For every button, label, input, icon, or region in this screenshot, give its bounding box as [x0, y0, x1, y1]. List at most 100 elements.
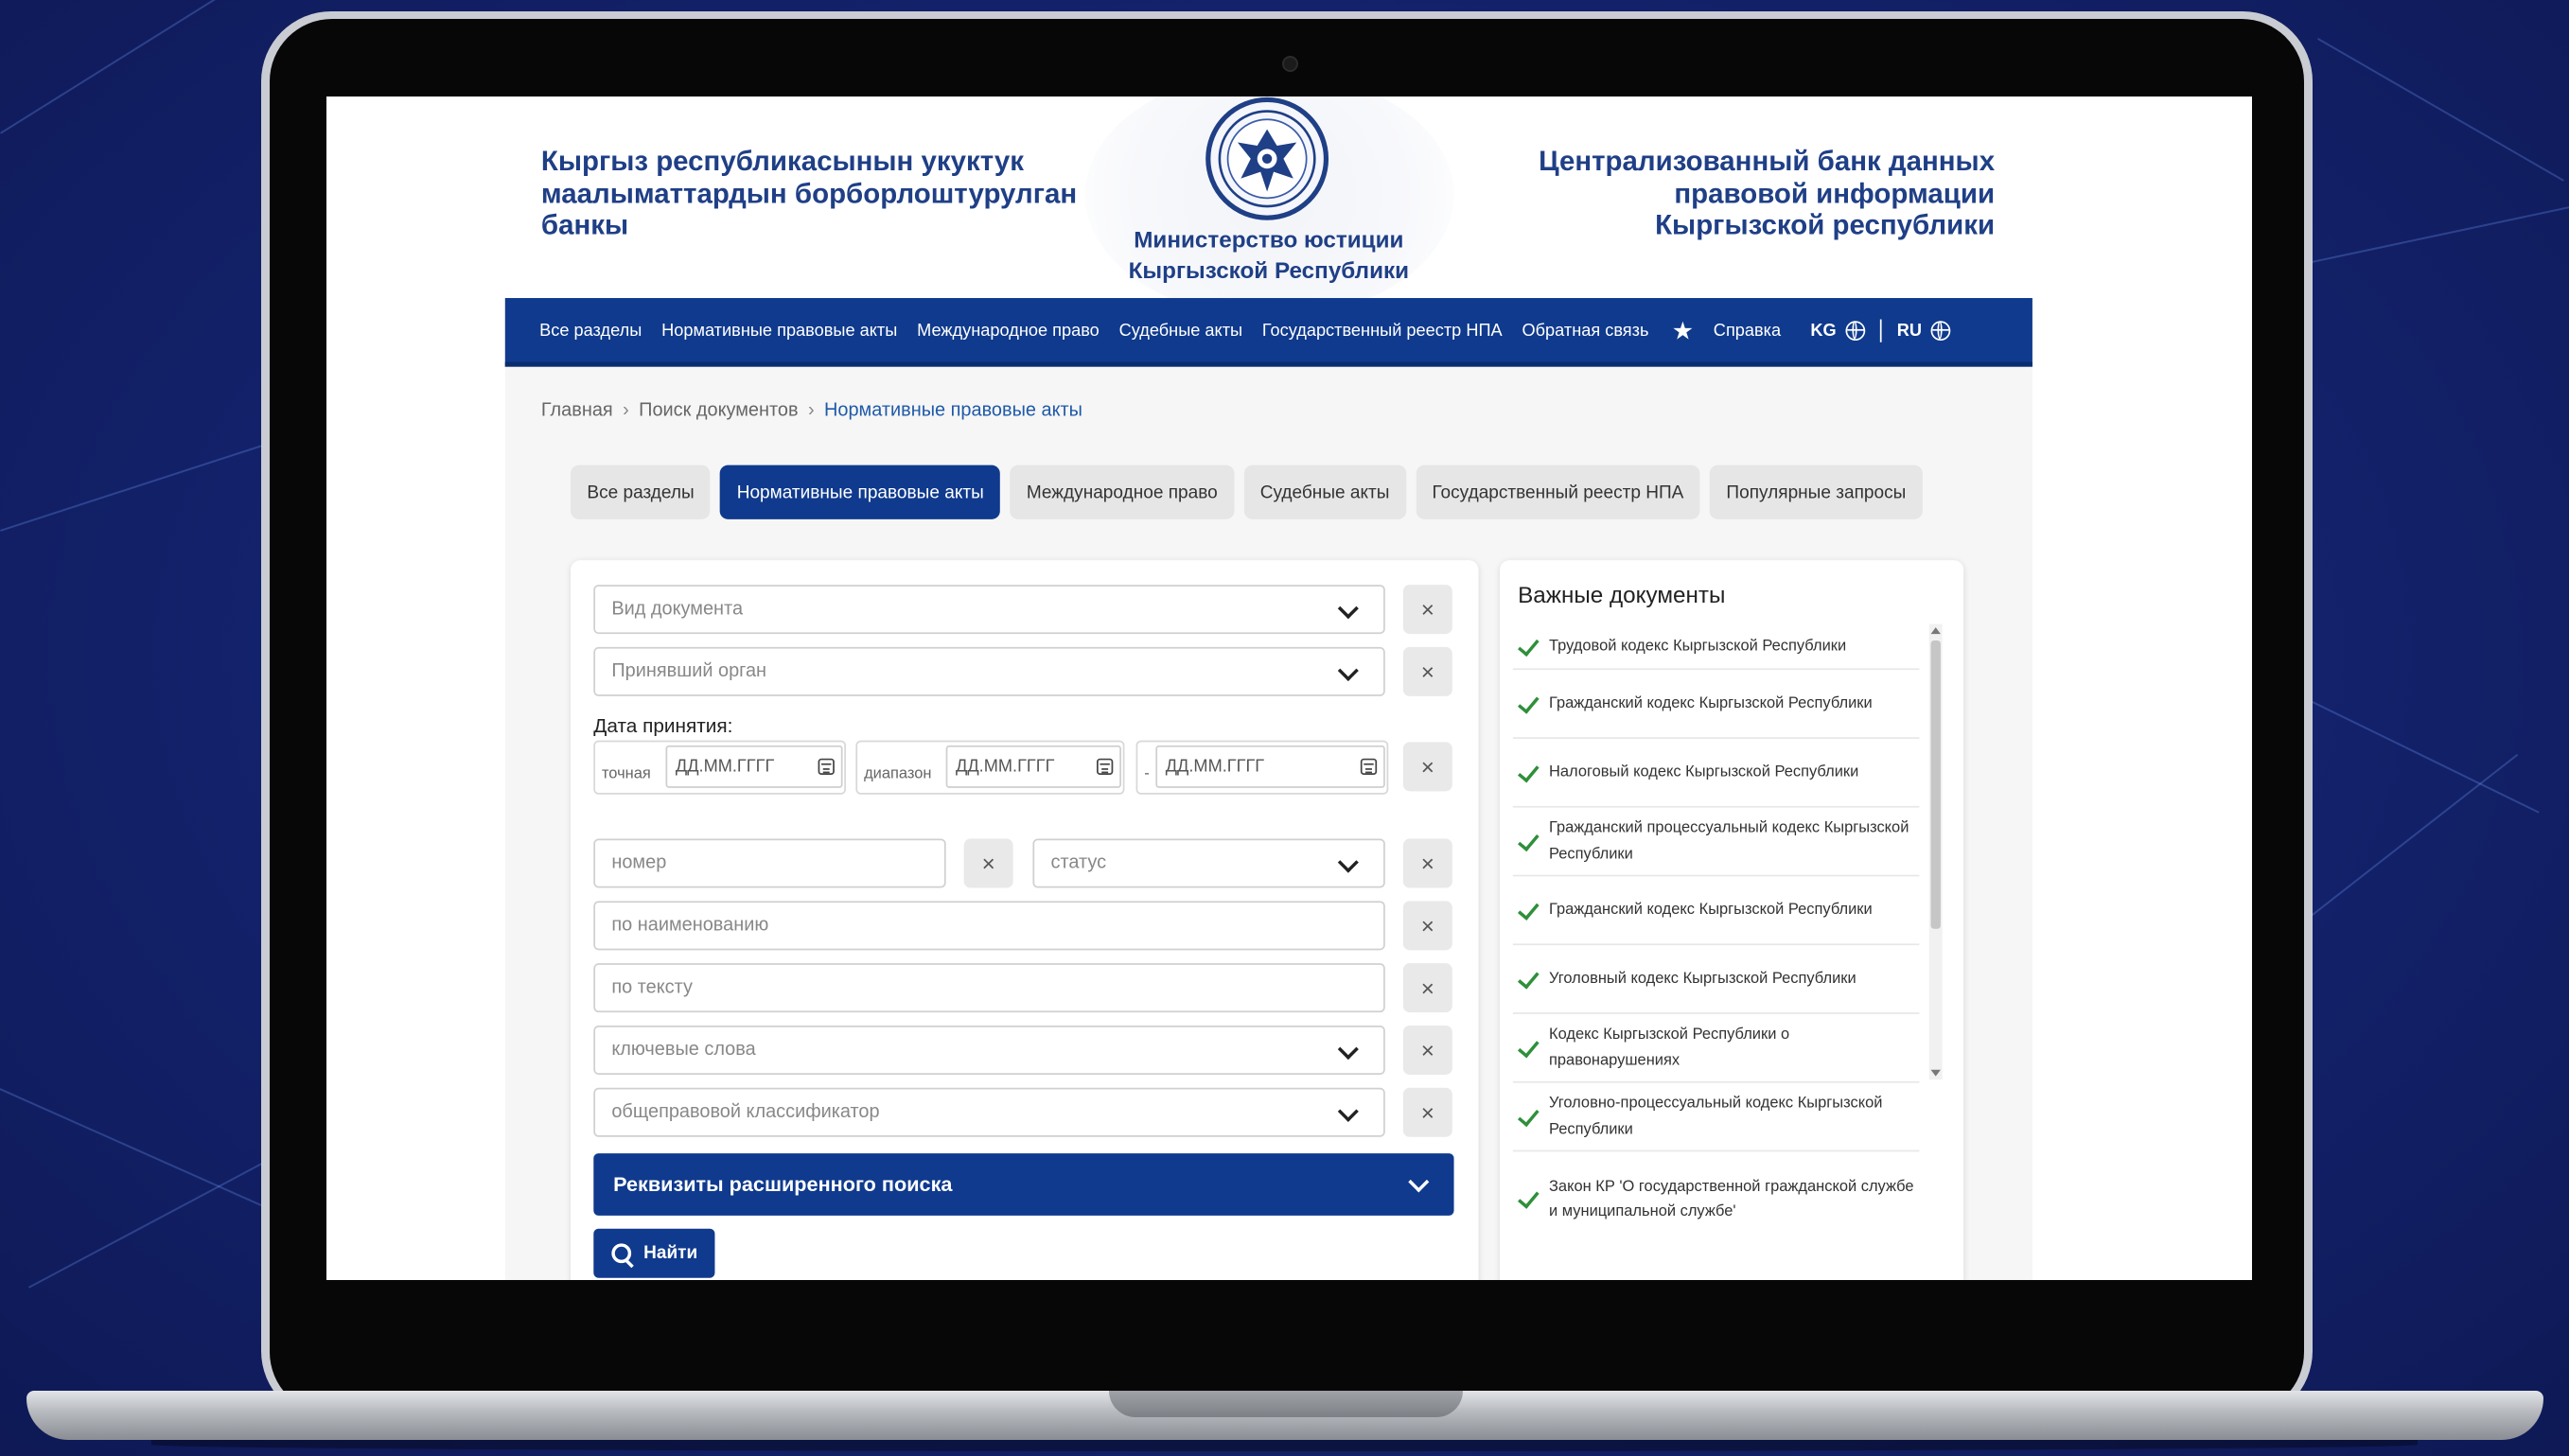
- important-doc-item[interactable]: Уголовно-процессуальный кодекс Кыргызско…: [1512, 1083, 1920, 1152]
- clear-classifier-button[interactable]: ×: [1402, 1087, 1452, 1137]
- clear-issuer-button[interactable]: ×: [1402, 646, 1452, 696]
- lang-divider: [1880, 318, 1883, 342]
- important-doc-item[interactable]: Гражданский кодекс Кыргызской Республики: [1512, 876, 1920, 946]
- status-placeholder: статус: [1050, 853, 1107, 873]
- date-range-label: диапазон: [864, 764, 932, 783]
- main-nav: Все разделы Нормативные правовые акты Ме…: [504, 298, 2032, 367]
- important-doc-title: Уголовный кодекс Кыргызской Республики: [1548, 969, 1856, 988]
- section-tabs: Все разделы Нормативные правовые акты Ме…: [571, 465, 1932, 519]
- nav-item-all-sections[interactable]: Все разделы: [539, 320, 642, 340]
- date-to-input[interactable]: ДД.ММ.ГГГГ: [1155, 745, 1385, 788]
- site-title-ru: Централизованный банк данных правовой ин…: [1539, 145, 1996, 241]
- breadcrumb-separator: ›: [807, 401, 815, 421]
- keywords-select[interactable]: ключевые слова: [593, 1025, 1385, 1075]
- important-doc-title: Кодекс Кыргызской Республики о правонару…: [1548, 1025, 1790, 1069]
- nav-item-court-acts[interactable]: Судебные акты: [1119, 320, 1243, 340]
- classifier-select[interactable]: общеправовой классификатор: [593, 1087, 1385, 1137]
- lang-ru[interactable]: RU: [1897, 320, 1952, 341]
- keywords-placeholder: ключевые слова: [611, 1040, 756, 1061]
- important-doc-item[interactable]: Уголовный кодекс Кыргызской Республики: [1512, 945, 1920, 1014]
- ministry-emblem-icon[interactable]: [1205, 96, 1329, 221]
- nav-item-normative-acts[interactable]: Нормативные правовые акты: [661, 320, 897, 340]
- scrollbar-thumb[interactable]: [1930, 640, 1941, 929]
- important-documents-title: Важные документы: [1518, 581, 1726, 608]
- date-range-separator: -: [1144, 764, 1150, 783]
- important-doc-title: Трудовой кодекс Кыргызской Республики: [1548, 637, 1847, 656]
- name-placeholder: по наименованию: [611, 915, 769, 936]
- important-documents-panel: Важные документы Трудовой кодекс Кыргызс…: [1500, 560, 1964, 1280]
- globe-icon: [1846, 320, 1866, 341]
- breadcrumb-home[interactable]: Главная: [541, 401, 613, 421]
- globe-icon: [1931, 320, 1952, 341]
- find-button[interactable]: Найти: [593, 1228, 715, 1278]
- nav-item-help[interactable]: Справка: [1714, 320, 1781, 340]
- breadcrumb-separator: ›: [623, 401, 629, 421]
- scroll-up-arrow-icon[interactable]: [1930, 627, 1941, 635]
- camera: [1282, 56, 1298, 72]
- check-icon: [1518, 966, 1540, 989]
- important-doc-item[interactable]: Трудовой кодекс Кыргызской Республики: [1512, 624, 1920, 671]
- important-doc-item[interactable]: Налоговый кодекс Кыргызской Республики: [1512, 739, 1920, 808]
- check-icon: [1518, 1103, 1540, 1127]
- laptop-notch: [1109, 1391, 1463, 1417]
- name-search-input[interactable]: по наименованию: [593, 901, 1385, 951]
- scroll-down-arrow-icon[interactable]: [1930, 1069, 1941, 1077]
- clear-dates-button[interactable]: ×: [1402, 742, 1452, 792]
- status-select[interactable]: статус: [1032, 838, 1385, 888]
- tab-popular-queries[interactable]: Популярные запросы: [1710, 465, 1923, 519]
- find-button-label: Найти: [643, 1243, 698, 1264]
- advanced-search-toggle[interactable]: Реквизиты расширенного поиска: [593, 1153, 1454, 1216]
- issuer-placeholder: Принявший орган: [611, 661, 767, 682]
- site-title-kg: Кыргыз республикасынын укуктук маалыматт…: [540, 145, 1078, 241]
- nav-item-state-register[interactable]: Государственный реестр НПА: [1262, 320, 1503, 340]
- check-icon: [1518, 897, 1540, 921]
- tab-court-acts[interactable]: Судебные акты: [1243, 465, 1406, 519]
- clear-doc-type-button[interactable]: ×: [1402, 585, 1452, 635]
- clear-keywords-button[interactable]: ×: [1402, 1025, 1452, 1075]
- important-doc-title: Закон КР 'О государственной гражданской …: [1548, 1177, 1914, 1221]
- important-doc-title: Налоговый кодекс Кыргызской Республики: [1548, 763, 1859, 781]
- date-placeholder: ДД.ММ.ГГГГ: [1165, 756, 1265, 777]
- important-doc-item[interactable]: Гражданский процессуальный кодекс Кыргыз…: [1512, 808, 1920, 877]
- check-icon: [1518, 1034, 1540, 1058]
- breadcrumb-current: Нормативные правовые акты: [824, 401, 1082, 421]
- clear-name-button[interactable]: ×: [1402, 901, 1452, 951]
- important-doc-item[interactable]: Закон КР 'О государственной гражданской …: [1513, 1151, 1920, 1246]
- important-doc-item[interactable]: Кодекс Кыргызской Республики о правонару…: [1512, 1014, 1920, 1083]
- star-icon[interactable]: ★: [1672, 315, 1694, 344]
- chevron-down-icon: [1337, 1100, 1359, 1122]
- chevron-down-icon: [1337, 598, 1359, 620]
- issuer-select[interactable]: Принявший орган: [593, 646, 1385, 696]
- clear-text-button[interactable]: ×: [1402, 963, 1452, 1013]
- clear-number-button[interactable]: ×: [963, 838, 1013, 888]
- check-icon: [1518, 633, 1540, 657]
- important-documents-scrollbar[interactable]: [1928, 623, 1943, 1080]
- breadcrumb-search[interactable]: Поиск документов: [639, 401, 798, 421]
- tab-normative-acts[interactable]: Нормативные правовые акты: [720, 465, 1001, 519]
- important-doc-title: Гражданский кодекс Кыргызской Республики: [1548, 900, 1873, 919]
- doc-type-select[interactable]: Вид документа: [593, 585, 1385, 635]
- advanced-search-label: Реквизиты расширенного поиска: [613, 1172, 953, 1197]
- text-search-input[interactable]: по тексту: [593, 963, 1385, 1013]
- number-input[interactable]: номер: [593, 838, 946, 888]
- doc-type-placeholder: Вид документа: [611, 599, 744, 620]
- web-page: Кыргыз республикасынын укуктук маалыматт…: [326, 96, 2252, 1280]
- calendar-icon[interactable]: [818, 758, 835, 776]
- nav-item-feedback[interactable]: Обратная связь: [1522, 320, 1648, 340]
- chevron-down-icon: [1337, 660, 1359, 682]
- date-exact-input[interactable]: ДД.ММ.ГГГГ: [665, 745, 843, 788]
- tab-all-sections[interactable]: Все разделы: [571, 465, 711, 519]
- date-from-input[interactable]: ДД.ММ.ГГГГ: [945, 745, 1121, 788]
- date-range-to-group: - ДД.ММ.ГГГГ: [1135, 740, 1389, 795]
- chevron-down-icon: [1337, 851, 1359, 873]
- lang-kg[interactable]: KG: [1810, 320, 1866, 341]
- important-doc-item[interactable]: Гражданский кодекс Кыргызской Республики: [1512, 670, 1920, 739]
- classifier-placeholder: общеправовой классификатор: [611, 1102, 880, 1123]
- clear-status-button[interactable]: ×: [1402, 838, 1452, 888]
- tab-international-law[interactable]: Международное право: [1010, 465, 1235, 519]
- nav-item-international-law[interactable]: Международное право: [917, 320, 1100, 340]
- calendar-icon[interactable]: [1360, 758, 1378, 776]
- calendar-icon[interactable]: [1096, 758, 1114, 776]
- tab-state-register[interactable]: Государственный реестр НПА: [1416, 465, 1700, 519]
- lang-kg-label: KG: [1810, 320, 1837, 341]
